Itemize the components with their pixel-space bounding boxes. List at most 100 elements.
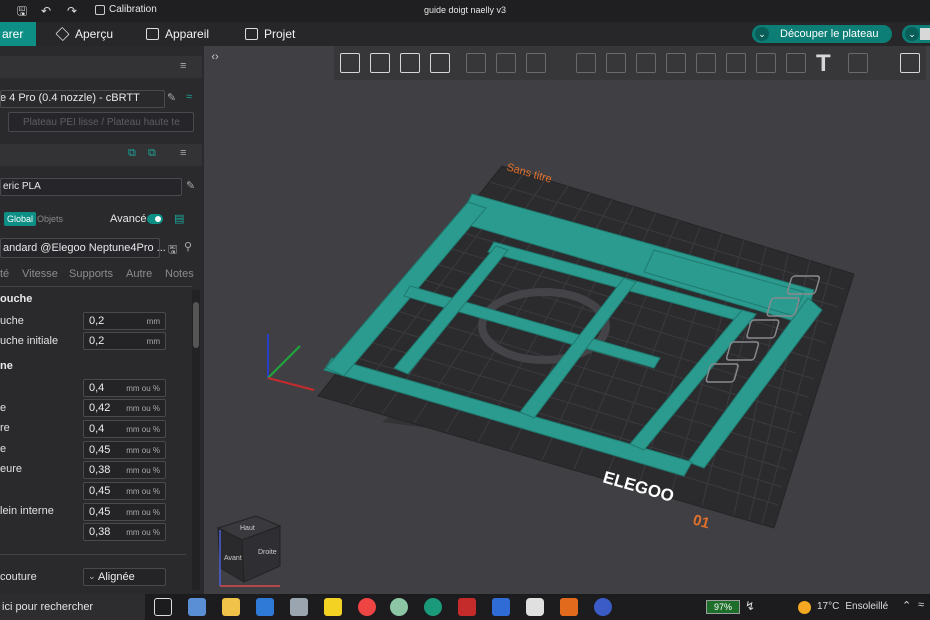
office-app-icon[interactable]: [560, 598, 578, 616]
viewcube-front-label: Avant: [224, 555, 242, 562]
edit-filament-icon[interactable]: ✎: [186, 179, 195, 192]
width-value: 0,45: [89, 506, 111, 518]
split-objects-icon[interactable]: [466, 53, 486, 73]
weather-condition: Ensoleillé: [845, 601, 889, 612]
task-view-icon[interactable]: [154, 598, 172, 616]
printer-settings-icon[interactable]: ≡: [180, 60, 186, 72]
slice-plate-button[interactable]: ⌄ Découper le plateau: [752, 25, 892, 43]
taskbar-search[interactable]: ici pour rechercher: [0, 594, 145, 620]
tab-quality[interactable]: té: [0, 268, 9, 280]
lay-on-face-icon[interactable]: [666, 53, 686, 73]
add-object-icon[interactable]: [340, 53, 360, 73]
width-input-8[interactable]: 0,38 mm ou %: [83, 523, 166, 541]
tab-notes[interactable]: Notes: [165, 268, 194, 280]
tab-prepare[interactable]: arer: [0, 22, 36, 46]
auto-orient-icon[interactable]: [400, 53, 420, 73]
tab-project[interactable]: Projet: [245, 22, 295, 46]
wifi-icon[interactable]: ≈: [918, 599, 924, 611]
view-cube[interactable]: Haut Avant Droite: [216, 515, 282, 587]
scope-objects-tab[interactable]: Objets: [37, 214, 63, 224]
width-input-6[interactable]: 0,45 mm ou %: [83, 482, 166, 500]
move-icon[interactable]: [576, 53, 596, 73]
battery-indicator[interactable]: 97%: [706, 600, 740, 614]
width-input-7[interactable]: 0,45 mm ou %: [83, 503, 166, 521]
measure-icon[interactable]: [848, 53, 868, 73]
filament-settings-icon[interactable]: ≡: [180, 147, 186, 159]
search-icon[interactable]: ⚲: [184, 240, 192, 253]
edit-icon[interactable]: ✎: [167, 91, 176, 104]
rotate-icon[interactable]: [606, 53, 626, 73]
width-input-2[interactable]: 0,42 mm ou %: [83, 399, 166, 417]
music-app-icon[interactable]: [358, 598, 376, 616]
save-profile-icon[interactable]: 🖫: [168, 241, 177, 260]
width-unit: mm ou %: [126, 425, 160, 434]
width-input-1[interactable]: 0,4 mm ou %: [83, 379, 166, 397]
width-unit: mm ou %: [126, 384, 160, 393]
photos-app-icon[interactable]: [256, 598, 274, 616]
mesh-boolean-icon[interactable]: [726, 53, 746, 73]
layers-icon: [55, 26, 70, 42]
advanced-toggle[interactable]: [147, 214, 163, 224]
support-paint-icon[interactable]: [756, 53, 776, 73]
printer-select[interactable]: [0, 90, 165, 108]
width-value: 0,42: [89, 402, 111, 414]
layer-height-input[interactable]: 0,2 mm: [83, 312, 166, 330]
print-icon: [920, 28, 930, 40]
filament-select[interactable]: eric PLA: [0, 178, 182, 196]
axes-indicator: [267, 334, 315, 391]
paint-app-icon[interactable]: [390, 598, 408, 616]
width-input-5[interactable]: 0,38 mm ou %: [83, 461, 166, 479]
initial-layer-input[interactable]: 0,2 mm: [83, 332, 166, 350]
split-parts-icon[interactable]: [496, 53, 516, 73]
file-explorer-icon[interactable]: [222, 598, 240, 616]
add-filament-icon[interactable]: ⧉: [128, 147, 136, 160]
tab-speed[interactable]: Vitesse: [22, 268, 58, 280]
text-tool-icon[interactable]: T: [816, 50, 831, 78]
slicer-app-icon[interactable]: [526, 598, 544, 616]
print-plate-button[interactable]: ⌄: [902, 25, 930, 43]
process-profile-select[interactable]: andard @Elegoo Neptune4Pro ...: [0, 238, 166, 258]
tab-device[interactable]: Appareil: [146, 22, 209, 46]
layer-height-label: uche: [0, 315, 24, 327]
chevron-up-icon[interactable]: ⌃: [902, 599, 911, 612]
storage-app-icon[interactable]: [290, 598, 308, 616]
3d-viewport[interactable]: Sans titre ELEGOO 01 Haut Avant Droite: [204, 46, 930, 594]
assembly-icon[interactable]: [900, 53, 920, 73]
scope-global-tab[interactable]: Global: [4, 212, 37, 226]
plate-type-select[interactable]: Plateau PEI lisse / Plateau haute te: [8, 112, 194, 132]
layers-editing-icon[interactable]: [526, 53, 546, 73]
seam-position-select[interactable]: ⌄ Alignée: [83, 568, 166, 586]
slice-plate-label: Découper le plateau: [780, 28, 879, 40]
width-unit: mm ou %: [126, 446, 160, 455]
device-icon: [146, 28, 159, 40]
scrollbar-thumb[interactable]: [193, 302, 199, 348]
settings-sidebar: ≡ e 4 Pro (0.4 nozzle) - cBRTT ✎ ≈ Plate…: [0, 46, 204, 594]
width-value: 0,38: [89, 526, 111, 538]
scale-icon[interactable]: [636, 53, 656, 73]
sidebar-scrollbar[interactable]: [192, 290, 200, 590]
width-input-3[interactable]: 0,4 mm ou %: [83, 420, 166, 438]
cut-icon[interactable]: [696, 53, 716, 73]
firefox-app-icon[interactable]: [594, 598, 612, 616]
chevron-down-icon[interactable]: ⌄: [905, 27, 919, 41]
width-input-4[interactable]: 0,45 mm ou %: [83, 441, 166, 459]
media-app-icon[interactable]: [458, 598, 476, 616]
grid-icon[interactable]: [370, 53, 390, 73]
weather-widget[interactable]: 17°C Ensoleillé: [798, 594, 888, 620]
tab-other[interactable]: Autre: [126, 268, 152, 280]
tab-supports[interactable]: Supports: [69, 268, 113, 280]
wifi-icon[interactable]: ≈: [186, 91, 192, 103]
document-title: guide doigt naelly v3: [423, 5, 507, 15]
collapse-sidebar-icon[interactable]: ‹›: [206, 48, 224, 66]
network-app-icon[interactable]: [188, 598, 206, 616]
compare-icon[interactable]: ▤: [174, 212, 184, 225]
scene[interactable]: Sans titre ELEGOO 01 Haut Avant Droite: [204, 46, 930, 594]
sticky-notes-icon[interactable]: [324, 598, 342, 616]
seam-paint-icon[interactable]: [786, 53, 806, 73]
remove-filament-icon[interactable]: ⧉: [148, 147, 156, 160]
tab-preview[interactable]: Aperçu: [55, 22, 113, 46]
chevron-down-icon[interactable]: ⌄: [755, 27, 769, 41]
arrange-icon[interactable]: [430, 53, 450, 73]
edge-browser-icon[interactable]: [424, 598, 442, 616]
screen-app-icon[interactable]: [492, 598, 510, 616]
